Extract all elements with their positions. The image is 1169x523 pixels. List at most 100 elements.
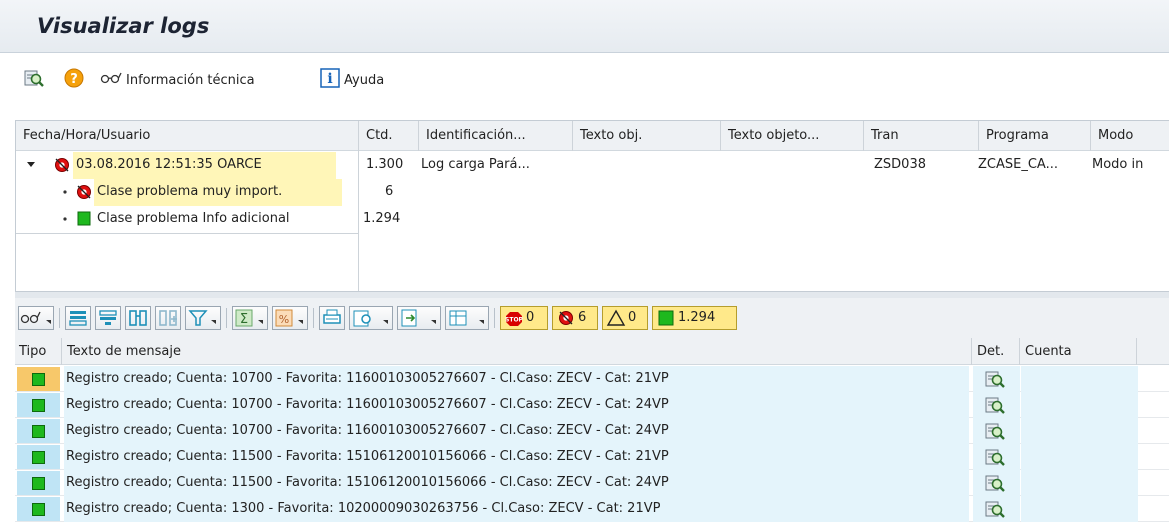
col-program[interactable]: Programa	[979, 121, 1091, 151]
col-identification[interactable]: Identificación...	[419, 121, 573, 151]
find-next-button[interactable]	[155, 306, 181, 330]
tree-column-divider	[358, 151, 359, 291]
glasses-icon	[100, 71, 122, 89]
info-green-square-icon	[32, 451, 45, 464]
message-text: Registro creado; Cuenta: 11500 - Favorit…	[64, 444, 969, 470]
detail-button[interactable]	[973, 392, 1020, 418]
stop-count: 0	[526, 310, 535, 325]
col-transaction[interactable]: Tran	[864, 121, 979, 151]
detail-magnifier-icon	[985, 371, 1005, 388]
toolbar-separator	[313, 308, 314, 328]
print-button[interactable]	[319, 306, 345, 330]
col-type[interactable]: Tipo	[15, 338, 62, 365]
type-cell[interactable]	[17, 419, 60, 443]
col-object-text[interactable]: Texto obj.	[573, 121, 721, 151]
grid-row[interactable]: Registro creado; Cuenta: 1300 - Favorita…	[15, 496, 1169, 522]
subtotal-button[interactable]: %	[272, 306, 308, 330]
account-cell	[1021, 366, 1138, 392]
help-label: Ayuda	[344, 72, 385, 88]
filter-stop-messages-button[interactable]: STOP 0	[500, 306, 548, 330]
type-cell[interactable]	[17, 471, 60, 495]
type-cell[interactable]	[17, 497, 60, 521]
root-node-label: 03.08.2016 12:51:35 OARCE	[73, 152, 336, 179]
col-account[interactable]: Cuenta	[1020, 338, 1137, 365]
type-cell[interactable]	[17, 445, 60, 469]
account-cell	[1021, 496, 1138, 522]
info-green-square-icon	[32, 399, 45, 412]
col-mode[interactable]: Modo	[1091, 121, 1169, 151]
error-count: 6	[578, 310, 587, 325]
technical-info-label: Información técnica	[126, 72, 255, 88]
tree-child-info[interactable]: Clase problema Info adicional 1.294	[16, 206, 1169, 233]
account-cell	[1021, 444, 1138, 470]
error-red-circle-icon	[76, 179, 94, 206]
account-cell	[1021, 392, 1138, 418]
error-red-circle-icon	[559, 311, 573, 325]
detail-button[interactable]	[973, 470, 1020, 496]
toolbar-separator	[226, 308, 227, 328]
detail-view-button[interactable]	[24, 67, 44, 93]
glasses-icon	[20, 311, 51, 324]
find-button[interactable]	[125, 306, 151, 330]
info-green-square-icon	[76, 206, 94, 233]
export-icon	[401, 309, 436, 327]
col-detail[interactable]: Det.	[972, 338, 1020, 365]
svg-text:STOP: STOP	[505, 317, 524, 324]
title-bar: Visualizar logs	[0, 0, 1169, 53]
type-cell[interactable]	[17, 367, 60, 391]
filter-button[interactable]	[185, 306, 221, 330]
detail-magnifier-icon	[985, 449, 1005, 466]
filter-error-messages-button[interactable]: 6	[552, 306, 598, 330]
detail-button[interactable]	[973, 496, 1020, 522]
grid-row[interactable]: Registro creado; Cuenta: 11500 - Favorit…	[15, 470, 1169, 496]
technical-info-grid-button[interactable]	[18, 306, 54, 330]
collapse-arrow-icon[interactable]	[26, 152, 38, 179]
grid-row[interactable]: Registro creado; Cuenta: 10700 - Favorit…	[15, 366, 1169, 392]
grid-row[interactable]: Registro creado; Cuenta: 10700 - Favorit…	[15, 418, 1169, 444]
views-button[interactable]	[349, 306, 393, 330]
grid-row[interactable]: Registro creado; Cuenta: 11500 - Favorit…	[15, 444, 1169, 470]
svg-text:i: i	[327, 71, 332, 87]
type-cell[interactable]	[17, 393, 60, 417]
detail-magnifier-icon	[24, 68, 44, 92]
detail-button[interactable]	[973, 366, 1020, 392]
tree-child-label: Clase problema Info adicional	[97, 211, 290, 226]
layout-button[interactable]	[445, 306, 489, 330]
page-title: Visualizar logs	[37, 14, 210, 38]
sort-ascending-button[interactable]	[65, 306, 91, 330]
account-cell	[1021, 418, 1138, 444]
detail-button[interactable]	[973, 418, 1020, 444]
sum-icon: Σ	[235, 309, 263, 327]
col-date-time-user[interactable]: Fecha/Hora/Usuario	[16, 121, 359, 151]
tree-child-error[interactable]: Clase problema muy import. 6	[16, 179, 1169, 206]
root-count: 1.300	[366, 157, 404, 172]
detail-button[interactable]	[973, 444, 1020, 470]
toolbar-separator	[494, 308, 495, 328]
tree-divider	[16, 233, 359, 234]
root-identification: Log carga Pará...	[421, 157, 530, 172]
detail-magnifier-icon	[985, 397, 1005, 414]
sort-descending-button[interactable]	[95, 306, 121, 330]
col-message-text[interactable]: Texto de mensaje	[62, 338, 972, 365]
sort-descending-icon	[99, 310, 117, 325]
binoculars-next-icon	[159, 310, 177, 326]
export-button[interactable]	[397, 306, 441, 330]
tree-root-node[interactable]: 03.08.2016 12:51:35 OARCE 1.300 Log carg…	[16, 152, 1169, 179]
help-button[interactable]: i Ayuda	[320, 67, 384, 93]
col-object-text-long[interactable]: Texto objeto...	[721, 121, 864, 151]
sum-button[interactable]: Σ	[232, 306, 268, 330]
grid-row[interactable]: Registro creado; Cuenta: 10700 - Favorit…	[15, 392, 1169, 418]
filter-warning-messages-button[interactable]: 0	[602, 306, 648, 330]
info-green-square-icon	[32, 425, 45, 438]
technical-info-button[interactable]: Información técnica	[100, 67, 255, 93]
filter-info-messages-button[interactable]: 1.294	[652, 306, 737, 330]
message-text: Registro creado; Cuenta: 10700 - Favorit…	[64, 418, 969, 444]
help-question-button[interactable]: ?	[64, 67, 84, 93]
info-count: 1.294	[678, 310, 716, 325]
col-count[interactable]: Ctd.	[359, 121, 419, 151]
message-text: Registro creado; Cuenta: 10700 - Favorit…	[64, 392, 969, 418]
tree-child-count: 1.294	[363, 211, 401, 226]
svg-text:%: %	[279, 313, 289, 326]
application-toolbar: ? Información técnica i Ayuda	[0, 53, 1169, 108]
grid-toolbar: Σ % STOP 0 6 0 1.294	[15, 298, 1169, 338]
